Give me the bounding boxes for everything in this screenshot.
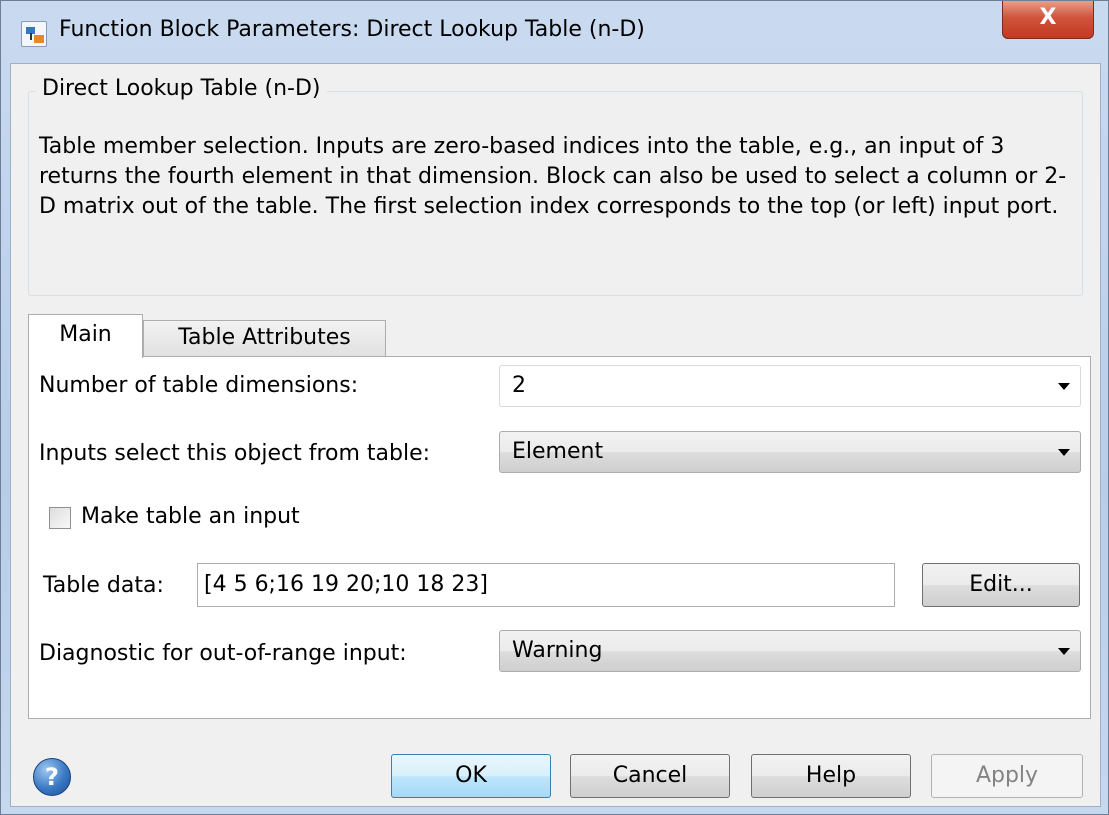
make-table-input-label: Make table an input — [81, 504, 300, 529]
diagnostic-value: Warning — [512, 638, 603, 663]
inputs-select-dropdown[interactable]: Element — [499, 431, 1081, 473]
help-icon[interactable]: ? — [33, 758, 71, 796]
description-group: Direct Lookup Table (n-D) Table member s… — [28, 76, 1083, 296]
dialog-client-area: Direct Lookup Table (n-D) Table member s… — [10, 63, 1101, 807]
simulink-block-icon — [21, 21, 47, 47]
block-description: Table member selection. Inputs are zero-… — [39, 134, 1067, 219]
inputs-select-value: Element — [512, 439, 604, 464]
cancel-button[interactable]: Cancel — [570, 754, 730, 798]
title-bar[interactable]: Function Block Parameters: Direct Lookup… — [1, 1, 1108, 63]
help-button[interactable]: Help — [751, 754, 911, 798]
close-icon[interactable]: X — [1002, 1, 1094, 39]
diagnostic-label: Diagnostic for out-of-range input: — [39, 641, 407, 666]
dialog-window: Function Block Parameters: Direct Lookup… — [0, 0, 1109, 815]
tab-main[interactable]: Main — [28, 314, 143, 358]
inputs-select-label: Inputs select this object from table: — [39, 441, 431, 466]
table-data-input[interactable]: [4 5 6;16 19 20;10 18 23] — [197, 563, 895, 607]
chevron-down-icon — [1058, 449, 1070, 456]
apply-button[interactable]: Apply — [931, 754, 1083, 798]
num-dims-dropdown[interactable]: 2 — [499, 365, 1081, 407]
edit-button[interactable]: Edit... — [922, 563, 1080, 607]
group-title: Direct Lookup Table (n-D) — [36, 76, 327, 101]
diagnostic-dropdown[interactable]: Warning — [499, 630, 1081, 672]
table-data-label: Table data: — [43, 573, 164, 598]
main-tab-panel: Number of table dimensions: 2 Inputs sel… — [28, 356, 1091, 719]
make-table-input-checkbox[interactable] — [49, 507, 71, 529]
chevron-down-icon — [1058, 648, 1070, 655]
chevron-down-icon — [1058, 383, 1070, 390]
ok-button[interactable]: OK — [391, 754, 551, 798]
num-dims-label: Number of table dimensions: — [39, 373, 359, 398]
num-dims-value: 2 — [512, 373, 526, 398]
window-title: Function Block Parameters: Direct Lookup… — [59, 17, 645, 42]
tab-table-attributes[interactable]: Table Attributes — [143, 320, 386, 356]
